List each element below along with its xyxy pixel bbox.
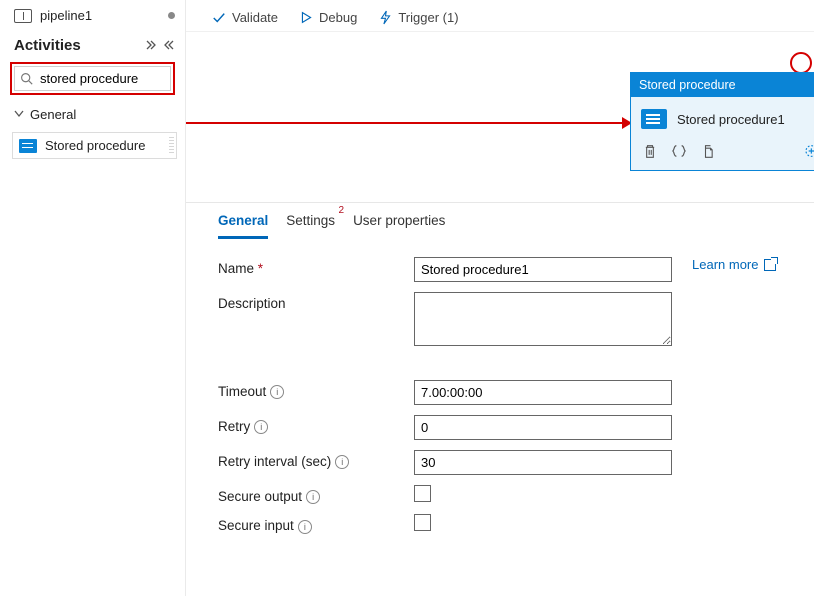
validate-label: Validate (232, 10, 278, 25)
stored-procedure-icon (19, 139, 37, 153)
retry-interval-input[interactable] (414, 450, 672, 475)
toolbar: Validate Debug Trigger (1) (186, 0, 814, 32)
pipeline-name: pipeline1 (40, 8, 92, 23)
retry-interval-label: Retry interval (sec)i (218, 450, 414, 469)
secure-output-label: Secure outputi (218, 485, 414, 504)
tab-general[interactable]: General (218, 207, 268, 239)
category-label: General (30, 107, 76, 122)
search-highlight (10, 62, 175, 95)
info-icon[interactable]: i (270, 385, 284, 399)
pipeline-tab[interactable]: pipeline1 (0, 6, 185, 33)
canvas-node-stored-procedure[interactable]: Stored procedure Stored procedure1 (630, 72, 814, 171)
tab-settings-label: Settings (286, 213, 335, 228)
name-label: Name * (218, 257, 414, 276)
settings-error-count: 2 (339, 205, 345, 216)
retry-label: Retryi (218, 415, 414, 434)
description-label: Description (218, 292, 414, 311)
pipeline-icon (14, 9, 32, 23)
stored-procedure-icon (641, 109, 667, 129)
activities-heading: Activities (0, 33, 185, 62)
activity-item-stored-procedure[interactable]: Stored procedure (12, 132, 177, 159)
search-icon (20, 72, 33, 85)
chevron-down-icon (14, 109, 24, 121)
collapse-panel-icon[interactable] (163, 39, 175, 53)
name-input[interactable] (414, 257, 672, 282)
learn-more-label: Learn more (692, 257, 758, 272)
unsaved-dot-icon (168, 12, 175, 19)
retry-input[interactable] (414, 415, 672, 440)
drag-handle-icon[interactable] (169, 137, 174, 154)
left-sidebar: pipeline1 Activities General (0, 0, 186, 596)
secure-output-checkbox[interactable] (414, 485, 431, 502)
external-link-icon (764, 259, 776, 271)
copy-icon[interactable] (701, 144, 715, 162)
node-name: Stored procedure1 (677, 112, 785, 127)
node-title: Stored procedure (631, 73, 814, 97)
activities-search-input[interactable] (38, 70, 165, 87)
validate-button[interactable]: Validate (212, 10, 278, 25)
annotation-circle (790, 52, 812, 74)
secure-input-checkbox[interactable] (414, 514, 431, 531)
secure-input-label: Secure inputi (218, 514, 414, 533)
delete-icon[interactable] (643, 144, 657, 162)
trigger-label: Trigger (1) (398, 10, 458, 25)
general-form: Name * Learn more Description Timeouti (186, 239, 814, 534)
trigger-button[interactable]: Trigger (1) (379, 10, 458, 25)
info-icon[interactable]: i (335, 455, 349, 469)
info-icon[interactable]: i (298, 520, 312, 534)
property-tabs: General Settings 2 User properties (186, 202, 814, 239)
expand-all-icon[interactable] (145, 39, 157, 53)
learn-more-link[interactable]: Learn more (692, 257, 776, 272)
timeout-input[interactable] (414, 380, 672, 405)
tab-user-properties[interactable]: User properties (353, 207, 445, 239)
timeout-label: Timeouti (218, 380, 414, 399)
add-output-icon[interactable] (805, 143, 814, 162)
activities-title: Activities (14, 37, 81, 54)
description-input[interactable] (414, 292, 672, 346)
info-icon[interactable]: i (254, 420, 268, 434)
tab-settings[interactable]: Settings 2 (286, 207, 335, 239)
debug-button[interactable]: Debug (300, 10, 357, 25)
annotation-arrow (186, 122, 630, 124)
info-icon[interactable]: i (306, 490, 320, 504)
category-general[interactable]: General (0, 101, 185, 128)
debug-label: Debug (319, 10, 357, 25)
code-json-icon[interactable] (671, 144, 687, 161)
pipeline-canvas[interactable]: Stored procedure Stored procedure1 (186, 32, 814, 202)
activity-item-label: Stored procedure (45, 138, 145, 153)
